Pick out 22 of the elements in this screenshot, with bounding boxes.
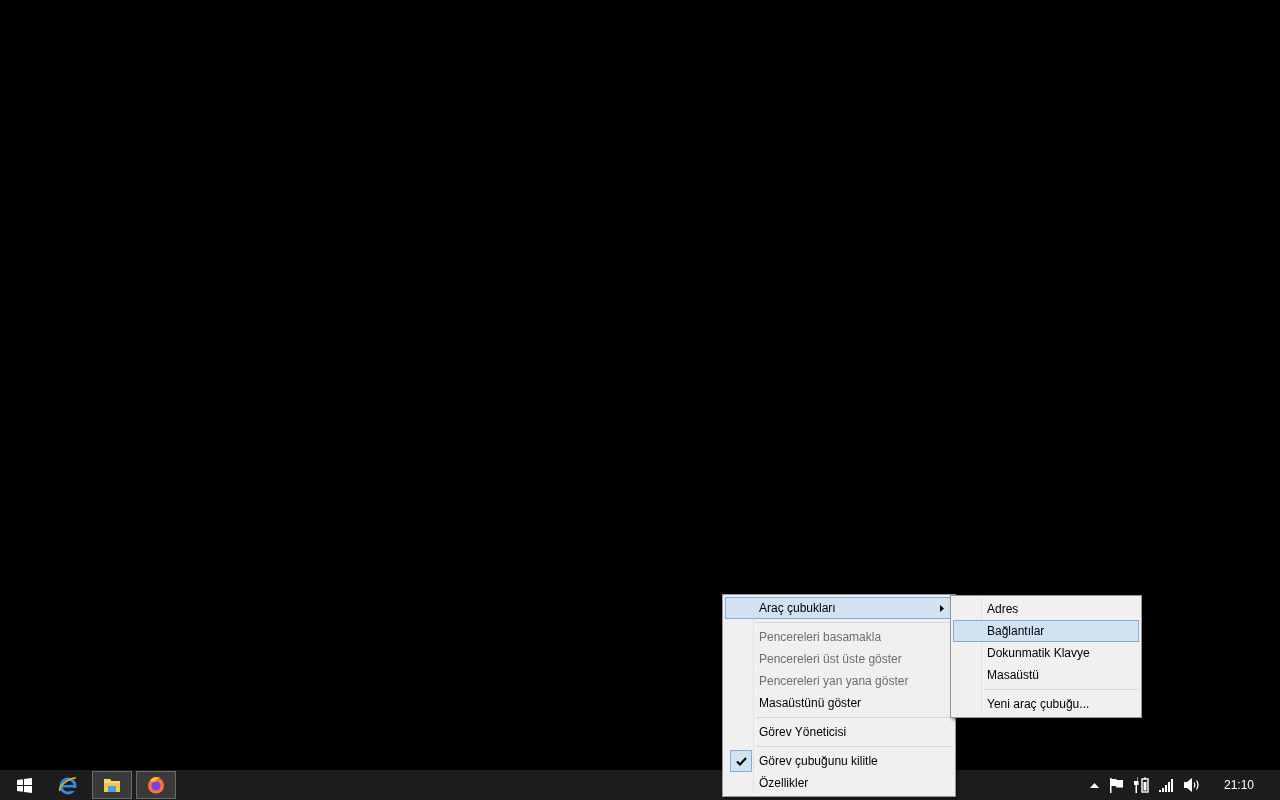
menu-item[interactable]: Dokunmatik Klavye [953, 642, 1139, 664]
menu-item[interactable]: Yeni araç çubuğu... [953, 693, 1139, 715]
windows-logo-icon [16, 777, 32, 793]
flag-icon[interactable] [1108, 777, 1124, 793]
menu-item[interactable]: Görev çubuğunu kilitle [725, 750, 953, 772]
folder-icon [103, 777, 121, 793]
signal-bars-icon[interactable] [1158, 778, 1174, 792]
speaker-icon[interactable] [1183, 778, 1200, 792]
menu-item[interactable]: Adres [953, 598, 1139, 620]
browser-e-icon [58, 775, 78, 795]
menu-item[interactable]: Özellikler [725, 772, 953, 794]
power-plug-battery-icon[interactable] [1133, 777, 1149, 793]
show-hidden-icons-icon[interactable] [1089, 782, 1099, 788]
menu-item[interactable]: Masaüstünü göster [725, 692, 953, 714]
clock-time[interactable]: 21:10 [1223, 776, 1254, 794]
menu-item[interactable]: Araç çubukları [725, 597, 953, 619]
fox-browser-icon [147, 776, 165, 794]
menu-item[interactable]: Görev Yöneticisi [725, 721, 953, 743]
submenu-arrow-icon [940, 604, 944, 612]
menu-item[interactable]: Bağlantılar [953, 620, 1139, 642]
menu-item[interactable]: Masaüstü [953, 664, 1139, 686]
taskbar-button[interactable] [92, 771, 132, 799]
